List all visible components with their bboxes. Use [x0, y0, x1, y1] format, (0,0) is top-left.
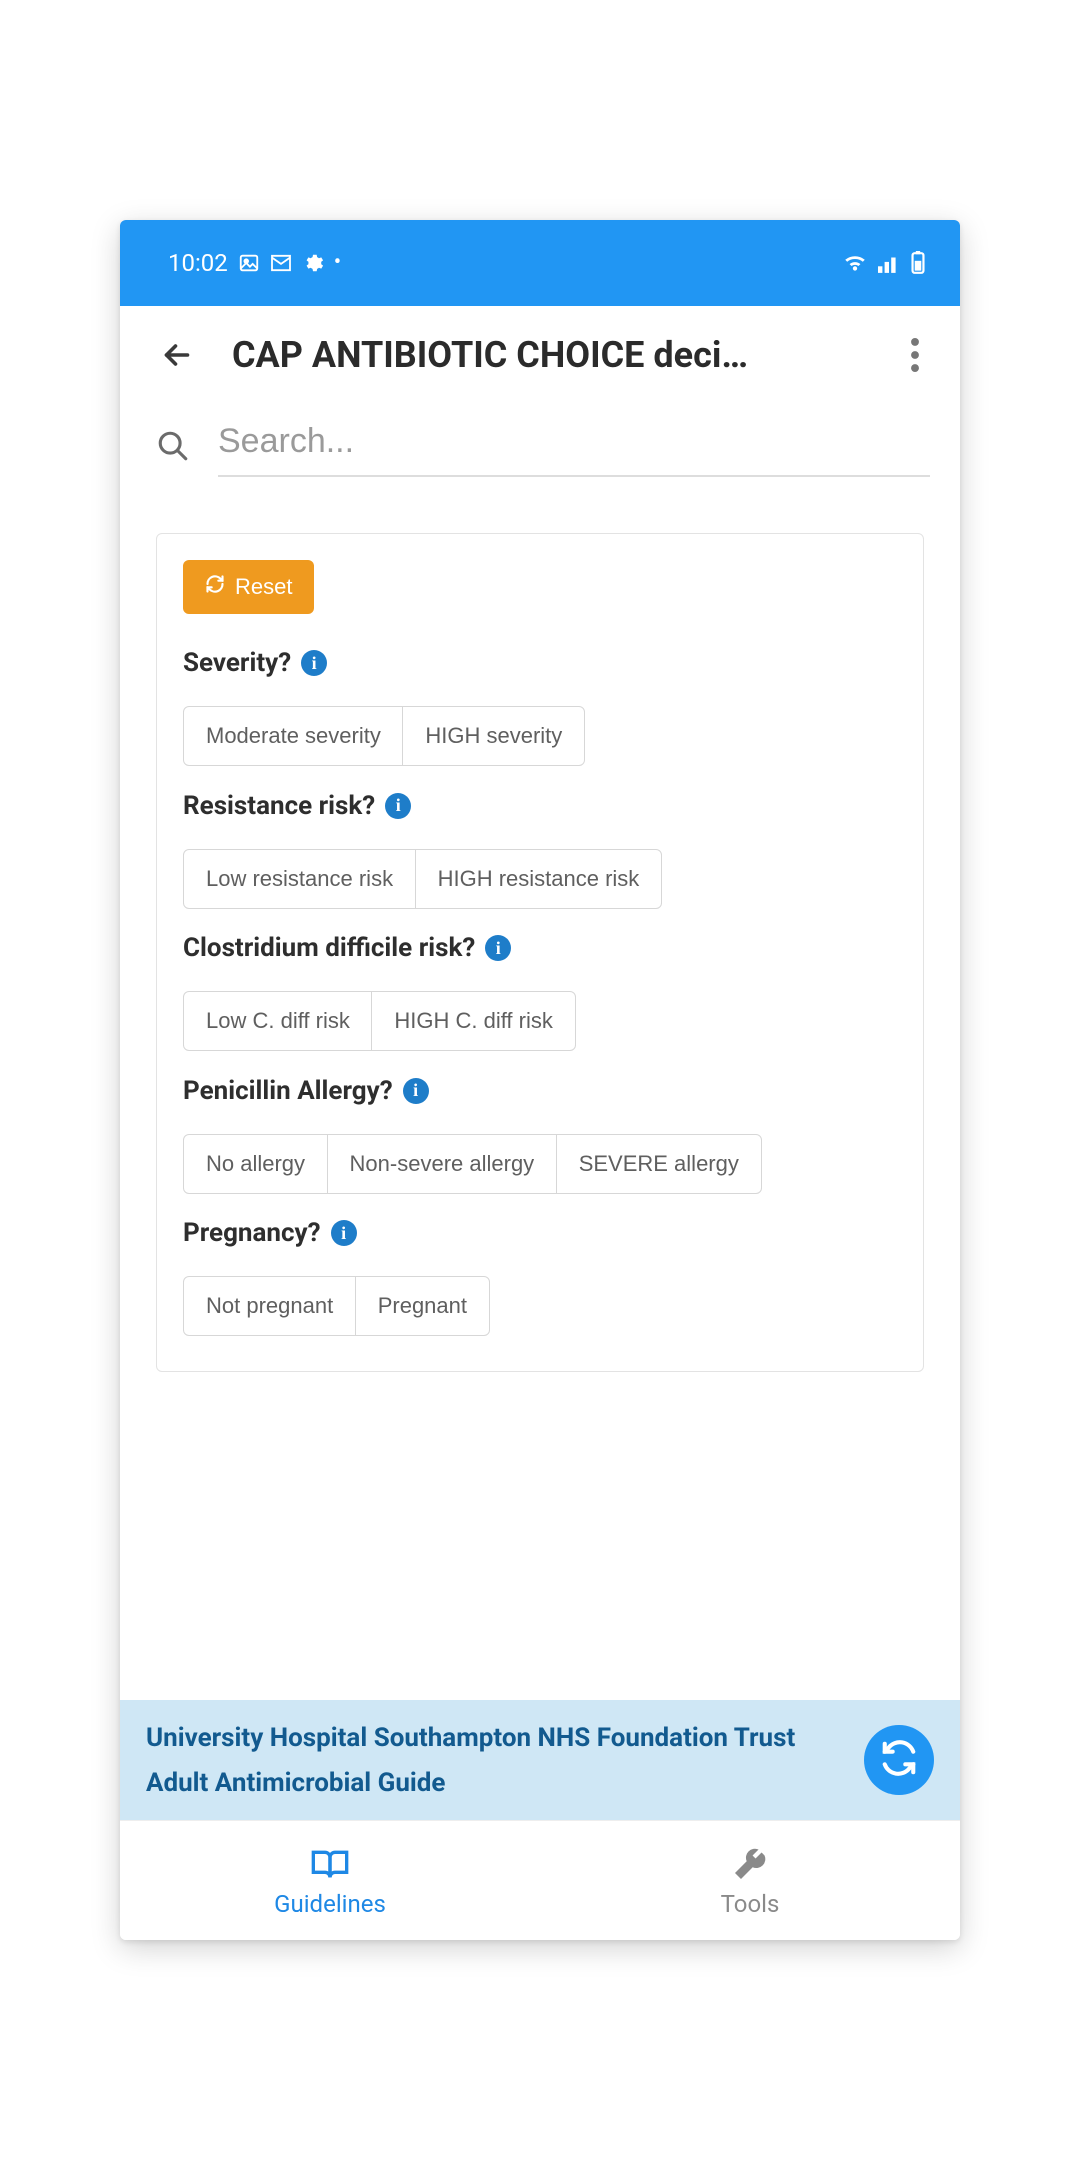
- nav-label: Guidelines: [274, 1890, 386, 1918]
- question-label: Severity?: [183, 648, 291, 678]
- battery-icon: [910, 251, 926, 275]
- info-icon[interactable]: i: [485, 935, 511, 961]
- image-icon: [238, 252, 260, 274]
- question-label: Resistance risk?: [183, 791, 375, 821]
- mail-icon: [270, 254, 292, 272]
- decision-card: Reset Severity? i Moderate severity HIGH…: [156, 533, 924, 1372]
- nav-guidelines[interactable]: Guidelines: [120, 1821, 540, 1940]
- question-penicillin-allergy: Penicillin Allergy? i No allergy Non-sev…: [183, 1076, 897, 1193]
- option-moderate-severity[interactable]: Moderate severity: [183, 706, 404, 766]
- dot-icon: •: [334, 252, 341, 274]
- option-severe-allergy[interactable]: SEVERE allergy: [556, 1134, 762, 1194]
- trust-banner: University Hospital Southampton NHS Foun…: [120, 1700, 960, 1821]
- question-label: Clostridium difficile risk?: [183, 933, 475, 963]
- book-icon: [310, 1844, 350, 1884]
- info-icon[interactable]: i: [403, 1078, 429, 1104]
- wrench-icon: [730, 1844, 770, 1884]
- app-frame: 10:02 •: [120, 220, 960, 1940]
- info-icon[interactable]: i: [385, 793, 411, 819]
- back-button[interactable]: [150, 328, 204, 382]
- banner-trust-name: University Hospital Southampton NHS Foun…: [146, 1722, 848, 1755]
- app-bar: CAP ANTIBIOTIC CHOICE deci…: [120, 306, 960, 404]
- search-input[interactable]: [218, 422, 930, 461]
- banner-guide-name: Adult Antimicrobial Guide: [146, 1768, 848, 1798]
- option-low-cdiff[interactable]: Low C. diff risk: [183, 991, 373, 1051]
- sync-icon: [880, 1739, 918, 1781]
- option-pregnant[interactable]: Pregnant: [355, 1276, 490, 1336]
- more-button[interactable]: [888, 328, 942, 382]
- content-area: Reset Severity? i Moderate severity HIGH…: [120, 477, 960, 1700]
- search-row: [120, 404, 960, 477]
- info-icon[interactable]: i: [331, 1220, 357, 1246]
- question-label: Pregnancy?: [183, 1218, 321, 1248]
- nav-label: Tools: [721, 1890, 780, 1918]
- reset-label: Reset: [235, 574, 292, 600]
- question-resistance-risk: Resistance risk? i Low resistance risk H…: [183, 791, 897, 908]
- question-severity: Severity? i Moderate severity HIGH sever…: [183, 648, 897, 765]
- sync-button[interactable]: [864, 1725, 934, 1795]
- option-non-severe-allergy[interactable]: Non-severe allergy: [327, 1134, 558, 1194]
- refresh-icon: [205, 574, 225, 600]
- nav-tools[interactable]: Tools: [540, 1821, 960, 1940]
- option-high-severity[interactable]: HIGH severity: [402, 706, 585, 766]
- question-cdiff-risk: Clostridium difficile risk? i Low C. dif…: [183, 933, 897, 1050]
- question-label: Penicillin Allergy?: [183, 1076, 393, 1106]
- wifi-icon: [842, 253, 868, 273]
- signal-icon: [878, 253, 900, 273]
- option-not-pregnant[interactable]: Not pregnant: [183, 1276, 356, 1336]
- option-high-cdiff[interactable]: HIGH C. diff risk: [371, 991, 576, 1051]
- status-time: 10:02: [168, 249, 228, 277]
- info-icon[interactable]: i: [301, 650, 327, 676]
- option-no-allergy[interactable]: No allergy: [183, 1134, 328, 1194]
- option-low-resistance[interactable]: Low resistance risk: [183, 849, 416, 909]
- option-high-resistance[interactable]: HIGH resistance risk: [415, 849, 663, 909]
- status-bar: 10:02 •: [120, 220, 960, 306]
- gear-icon: [302, 252, 324, 274]
- question-pregnancy: Pregnancy? i Not pregnant Pregnant: [183, 1218, 897, 1335]
- page-title: CAP ANTIBIOTIC CHOICE deci…: [232, 334, 860, 376]
- search-icon[interactable]: [150, 423, 196, 469]
- bottom-nav: Guidelines Tools: [120, 1820, 960, 1940]
- reset-button[interactable]: Reset: [183, 560, 314, 614]
